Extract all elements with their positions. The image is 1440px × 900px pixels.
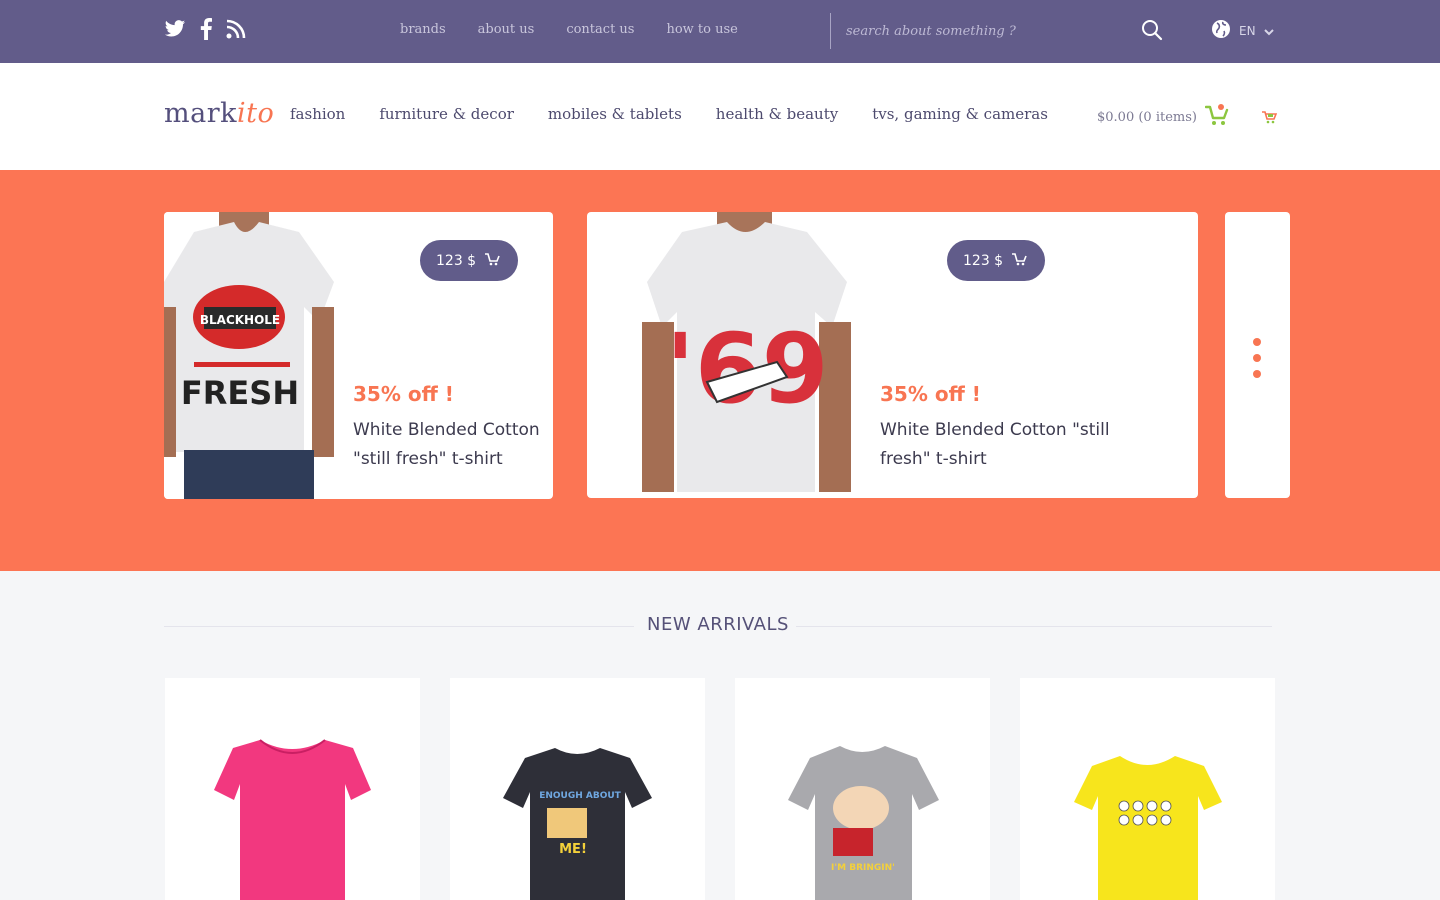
top-nav-how-to-use[interactable]: how to use bbox=[666, 22, 737, 37]
dot bbox=[1253, 370, 1261, 378]
featured-product-card[interactable]: '69 123 $ 35% off ! White Blended Cotton… bbox=[587, 212, 1198, 498]
product-card[interactable]: ENOUGH ABOUT ME! bbox=[450, 678, 705, 900]
promo-text: 35% off ! White Blended Cotton "still fr… bbox=[353, 382, 543, 474]
cart-icon bbox=[1204, 103, 1229, 131]
more-options-icon[interactable] bbox=[1253, 338, 1261, 378]
new-arrivals-heading: NEW ARRIVALS bbox=[164, 612, 1272, 640]
product-name: White Blended Cotton "still fresh" t-shi… bbox=[353, 420, 540, 469]
logo-accent: ito bbox=[236, 98, 275, 129]
discount-label: 35% off ! bbox=[880, 382, 981, 406]
cart-icon bbox=[1011, 252, 1027, 270]
svg-text:FRESH: FRESH bbox=[181, 374, 299, 412]
discount-label: 35% off ! bbox=[353, 382, 454, 406]
main-header: markito fashion furniture & decor mobile… bbox=[0, 63, 1440, 170]
svg-text:BLACKHOLE: BLACKHOLE bbox=[200, 313, 280, 327]
top-nav-brands[interactable]: brands bbox=[400, 22, 446, 37]
price-label: 123 $ bbox=[436, 252, 477, 269]
svg-text:I'M BRINGIN': I'M BRINGIN' bbox=[831, 863, 895, 873]
search-icon[interactable] bbox=[1141, 19, 1163, 45]
product-image: I'M BRINGIN' bbox=[788, 746, 939, 900]
dot bbox=[1253, 354, 1261, 362]
promo-text: 35% off ! White Blended Cotton "still fr… bbox=[880, 382, 1120, 474]
mini-cart-icon[interactable] bbox=[1261, 109, 1278, 128]
product-card[interactable] bbox=[165, 678, 420, 900]
top-nav-about-us[interactable]: about us bbox=[478, 22, 535, 37]
top-nav: brands about us contact us how to use bbox=[400, 22, 738, 37]
featured-product-card[interactable]: BLACKHOLE FRESH 123 $ 35% off ! White Bl… bbox=[164, 212, 553, 499]
site-logo[interactable]: markito bbox=[164, 98, 274, 129]
cart-icon bbox=[484, 252, 500, 270]
cart-summary[interactable]: $0.00 (0 items) bbox=[1097, 103, 1229, 131]
category-health-beauty[interactable]: health & beauty bbox=[716, 105, 838, 123]
section-title: NEW ARRIVALS bbox=[647, 614, 789, 635]
category-nav: fashion furniture & decor mobiles & tabl… bbox=[290, 105, 1048, 123]
svg-text:ENOUGH ABOUT: ENOUGH ABOUT bbox=[539, 791, 621, 801]
rss-icon[interactable] bbox=[226, 19, 246, 39]
product-name: White Blended Cotton "still fresh" t-shi… bbox=[880, 420, 1110, 469]
chevron-down-icon bbox=[1263, 22, 1274, 41]
twitter-icon[interactable] bbox=[164, 19, 186, 39]
more-products-card[interactable] bbox=[1225, 212, 1290, 498]
product-image: ENOUGH ABOUT ME! bbox=[503, 748, 652, 900]
category-tvs-gaming-cameras[interactable]: tvs, gaming & cameras bbox=[872, 105, 1048, 123]
product-image: '69 bbox=[637, 212, 857, 498]
category-furniture-decor[interactable]: furniture & decor bbox=[379, 105, 514, 123]
svg-text:'69: '69 bbox=[666, 313, 829, 425]
price-cart-button[interactable]: 123 $ bbox=[420, 240, 518, 281]
facebook-icon[interactable] bbox=[200, 18, 212, 40]
top-nav-contact-us[interactable]: contact us bbox=[566, 22, 634, 37]
language-code: EN bbox=[1239, 24, 1256, 38]
product-image bbox=[1074, 756, 1222, 900]
top-bar: brands about us contact us how to use EN bbox=[0, 0, 1440, 63]
product-card[interactable]: I'M BRINGIN' bbox=[735, 678, 990, 900]
svg-text:ME!: ME! bbox=[559, 842, 587, 857]
product-card[interactable] bbox=[1020, 678, 1275, 900]
category-fashion[interactable]: fashion bbox=[290, 105, 345, 123]
social-links bbox=[164, 18, 246, 40]
price-label: 123 $ bbox=[963, 252, 1004, 269]
search-divider bbox=[830, 13, 831, 49]
category-mobiles-tablets[interactable]: mobiles & tablets bbox=[548, 105, 682, 123]
product-image bbox=[214, 739, 371, 900]
cart-total: $0.00 (0 items) bbox=[1097, 109, 1197, 125]
globe-icon bbox=[1211, 19, 1231, 43]
language-selector[interactable]: EN bbox=[1211, 19, 1274, 43]
logo-main: mark bbox=[164, 98, 237, 129]
dot bbox=[1253, 338, 1261, 346]
hero-carousel: BLACKHOLE FRESH 123 $ 35% off ! White Bl… bbox=[0, 170, 1440, 571]
product-image: BLACKHOLE FRESH bbox=[164, 212, 344, 499]
divider bbox=[796, 626, 1272, 627]
search-input[interactable] bbox=[846, 19, 1126, 43]
price-cart-button[interactable]: 123 $ bbox=[947, 240, 1045, 281]
